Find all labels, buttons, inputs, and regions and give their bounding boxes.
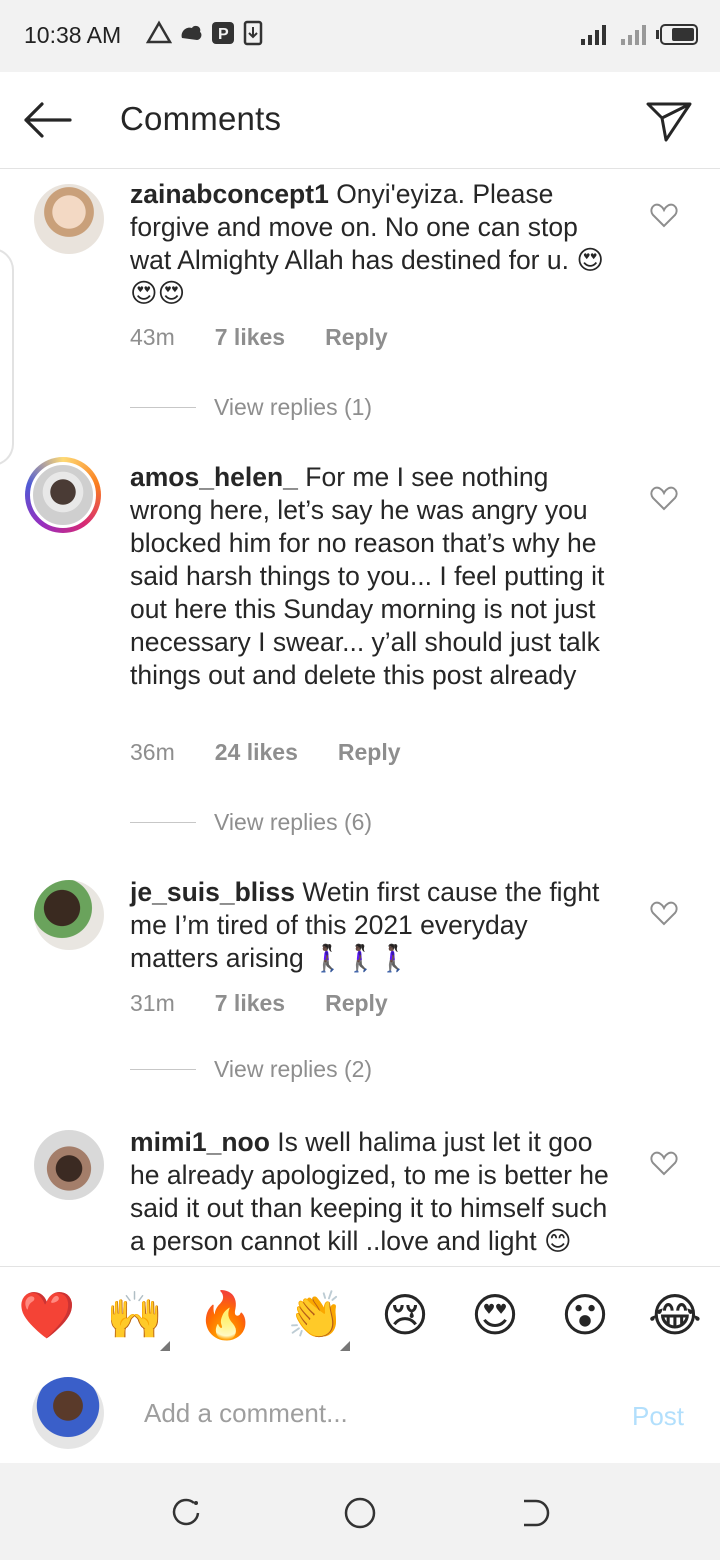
avatar[interactable] (34, 184, 104, 254)
emoji-laughing[interactable]: 😂 (647, 1287, 703, 1343)
paper-plane-icon[interactable] (644, 96, 694, 146)
skin-tone-indicator-icon (160, 1341, 170, 1351)
emoji-fire[interactable]: 🔥 (197, 1287, 254, 1343)
emoji-heart[interactable]: ❤️ (18, 1287, 75, 1343)
emoji-heart-eyes[interactable]: 😍 (467, 1287, 523, 1343)
p-icon: P (212, 22, 234, 44)
emoji-surprised[interactable]: 😮 (557, 1287, 613, 1343)
comments-header: Comments (0, 72, 720, 169)
comment-input[interactable] (144, 1391, 604, 1435)
home-icon[interactable] (340, 1493, 380, 1533)
emoji-crying[interactable]: 😢 (377, 1287, 433, 1343)
divider (130, 1069, 196, 1070)
comment-username[interactable]: mimi1_noo (130, 1127, 270, 1157)
avatar[interactable] (34, 1130, 104, 1200)
comment-text: zainabconcept1 Onyi'eyiza. Please forgiv… (130, 178, 620, 310)
comment-time: 43m (130, 324, 175, 350)
post-button[interactable]: Post (632, 1401, 684, 1432)
svg-text:P: P (218, 26, 229, 43)
download-icon (243, 20, 263, 46)
view-replies-label: View replies (6) (214, 809, 373, 835)
comment-meta: 43m 7 likes Reply (130, 324, 388, 351)
view-replies-label: View replies (2) (214, 1056, 373, 1082)
divider (130, 822, 196, 823)
comment-text: je_suis_bliss Wetin first cause the figh… (130, 876, 620, 975)
reply-button[interactable]: Reply (325, 324, 388, 351)
emoji-clapping[interactable]: 👏 (287, 1287, 344, 1343)
comment-username[interactable]: amos_helen_ (130, 462, 298, 492)
side-drawer-handle[interactable] (0, 248, 14, 466)
comment-composer: Post (0, 1363, 720, 1463)
heart-icon[interactable] (650, 202, 678, 228)
arrow-left-icon[interactable] (20, 98, 76, 142)
comment-text: mimi1_noo Is well halima just let it goo… (130, 1126, 620, 1258)
reply-button[interactable]: Reply (325, 990, 388, 1017)
comment-likes[interactable]: 7 likes (215, 990, 285, 1017)
divider (130, 407, 196, 408)
comment-text: amos_helen_ For me I see nothing wrong h… (130, 461, 620, 692)
comment-username[interactable]: zainabconcept1 (130, 179, 329, 209)
comment-meta: 36m 24 likes Reply (130, 739, 401, 766)
emoji-reaction-bar: ❤️ 🙌 🔥 👏 😢 😍 😮 😂 (0, 1266, 720, 1364)
view-replies-link[interactable]: View replies (1) (130, 394, 372, 421)
comment-time: 31m (130, 990, 175, 1016)
recent-apps-icon[interactable] (166, 1493, 206, 1533)
cloud-icon (181, 25, 202, 40)
status-notification-icons: P (146, 20, 264, 46)
system-navigation-bar (0, 1463, 720, 1560)
heart-icon[interactable] (650, 900, 678, 926)
comment-meta: 31m 7 likes Reply (130, 990, 388, 1017)
comment-body: For me I see nothing wrong here, let’s s… (130, 462, 605, 690)
skin-tone-indicator-icon (340, 1341, 350, 1351)
page-title: Comments (120, 100, 282, 137)
view-replies-link[interactable]: View replies (2) (130, 1056, 372, 1083)
comment-username[interactable]: je_suis_bliss (130, 877, 295, 907)
signal-ht-icon (621, 25, 646, 45)
view-replies-link[interactable]: View replies (6) (130, 809, 372, 836)
avatar[interactable] (34, 880, 104, 950)
current-user-avatar (32, 1377, 104, 1449)
emoji-raised-hands[interactable]: 🙌 (106, 1287, 163, 1343)
status-bar: 10:38 AM P (0, 0, 720, 72)
comment-time: 36m (130, 739, 175, 765)
battery-icon (656, 23, 698, 45)
comment-likes[interactable]: 24 likes (215, 739, 298, 766)
comment-list[interactable]: zainabconcept1 Onyi'eyiza. Please forgiv… (0, 168, 720, 1266)
comment-likes[interactable]: 7 likes (215, 324, 285, 351)
reply-button[interactable]: Reply (338, 739, 401, 766)
heart-icon[interactable] (650, 1150, 678, 1176)
avatar[interactable] (25, 457, 101, 533)
heart-icon[interactable] (650, 485, 678, 511)
signal-icon (581, 25, 606, 45)
back-icon[interactable] (514, 1493, 554, 1533)
status-system-icons (580, 22, 698, 46)
warning-icon (146, 20, 172, 44)
status-time: 10:38 AM (24, 22, 122, 48)
view-replies-label: View replies (1) (214, 394, 373, 420)
